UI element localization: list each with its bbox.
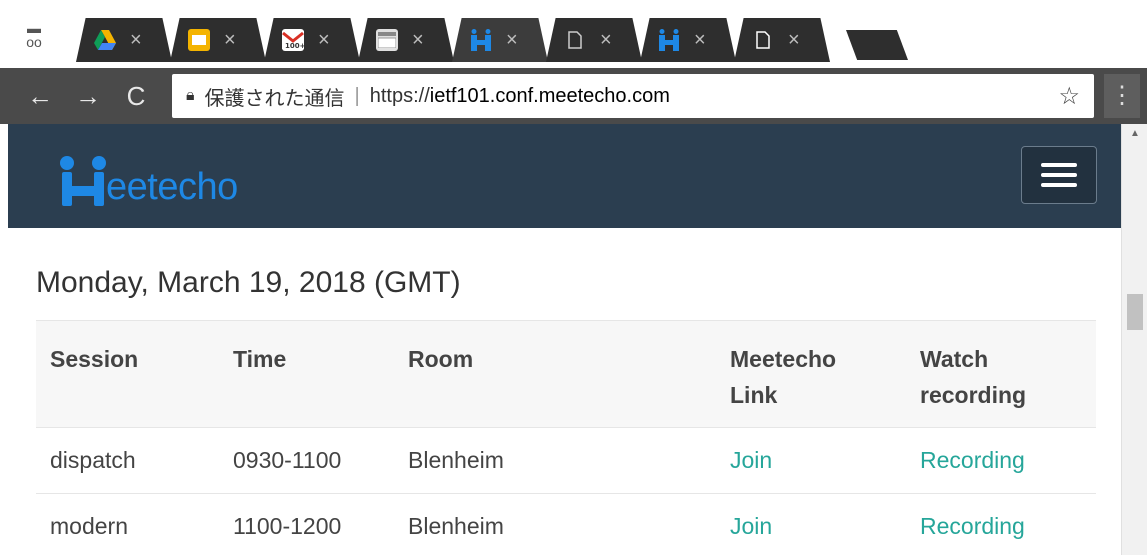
hamburger-menu-button[interactable] bbox=[1021, 146, 1097, 204]
room-cell: Blenheim bbox=[394, 493, 716, 555]
time-cell: 0930-1100 bbox=[219, 427, 394, 494]
schedule-table: Session Time Room Meetecho Link Watch re… bbox=[36, 320, 1096, 555]
web-page: eetecho Monday, March 19, 2018 (GMT) Ses… bbox=[8, 124, 1121, 555]
tab-close-icon[interactable]: × bbox=[600, 30, 612, 50]
incognito-icon: ▬ oo bbox=[26, 20, 42, 50]
document-icon bbox=[564, 29, 586, 51]
calendar-icon bbox=[376, 29, 398, 51]
tab-close-icon[interactable]: × bbox=[788, 30, 800, 50]
link-cell: Join bbox=[716, 427, 906, 494]
header-room: Room bbox=[394, 320, 716, 428]
svg-text:100+: 100+ bbox=[285, 42, 304, 49]
header-watch-recording: Watch recording bbox=[906, 320, 1096, 428]
browser-toolbar: ← → C 🔒︎ 保護された通信 | https:// ietf101.conf… bbox=[0, 68, 1147, 124]
join-link[interactable]: Join bbox=[730, 447, 772, 473]
table-header-row: Session Time Room Meetecho Link Watch re… bbox=[36, 320, 1096, 428]
meetecho-logo[interactable]: eetecho bbox=[60, 146, 238, 208]
session-cell: dispatch bbox=[36, 427, 219, 494]
divider: | bbox=[354, 84, 360, 107]
header-time: Time bbox=[219, 320, 394, 428]
recording-cell: Recording bbox=[906, 427, 1096, 494]
tab-close-icon[interactable]: × bbox=[694, 30, 706, 50]
date-heading: Monday, March 19, 2018 (GMT) bbox=[36, 266, 461, 299]
new-tab-button[interactable] bbox=[846, 30, 908, 60]
tab-close-icon[interactable]: × bbox=[412, 30, 424, 50]
tab-close-icon[interactable]: × bbox=[506, 30, 518, 50]
browser-tab[interactable]: × bbox=[452, 18, 548, 62]
google-drive-icon bbox=[94, 29, 116, 51]
forward-arrow-icon[interactable]: → bbox=[64, 81, 112, 112]
tab-close-icon[interactable]: × bbox=[318, 30, 330, 50]
vertical-scrollbar[interactable]: ▲ bbox=[1121, 124, 1147, 555]
tab-close-icon[interactable]: × bbox=[130, 30, 142, 50]
logo-text: eetecho bbox=[106, 166, 238, 208]
browser-tab[interactable]: × bbox=[546, 18, 642, 62]
room-cell: Blenheim bbox=[394, 427, 716, 494]
time-cell: 1100-1200 bbox=[219, 493, 394, 555]
bookmark-star-icon[interactable]: ☆ bbox=[1058, 82, 1080, 111]
document-icon bbox=[752, 29, 774, 51]
header-recording-line2: recording bbox=[920, 382, 1027, 408]
url-host: ietf101.conf.meetecho.com bbox=[429, 84, 670, 107]
google-slides-icon bbox=[188, 29, 210, 51]
url-scheme: https:// bbox=[369, 84, 430, 107]
scrollbar-thumb[interactable] bbox=[1127, 294, 1143, 330]
browser-tab[interactable]: × bbox=[170, 18, 266, 62]
join-link[interactable]: Join bbox=[730, 513, 772, 539]
browser-tab[interactable]: × bbox=[734, 18, 830, 62]
browser-menu-icon[interactable]: ⋮ bbox=[1104, 74, 1140, 118]
browser-tabstrip: ▬ oo × × 100+ × × × × × × bbox=[0, 0, 1147, 68]
recording-link[interactable]: Recording bbox=[920, 513, 1025, 539]
browser-tab[interactable]: × bbox=[358, 18, 454, 62]
header-link-line1: Meetecho bbox=[730, 346, 837, 372]
browser-tab[interactable]: × bbox=[76, 18, 172, 62]
browser-tab[interactable]: 100+ × bbox=[264, 18, 360, 62]
header-session: Session bbox=[36, 320, 219, 428]
scroll-up-arrow-icon[interactable]: ▲ bbox=[1122, 128, 1147, 139]
meetecho-icon bbox=[658, 29, 680, 51]
session-cell: modern bbox=[36, 493, 219, 555]
site-navbar: eetecho bbox=[8, 124, 1121, 228]
meetecho-icon bbox=[470, 29, 492, 51]
lock-icon: 🔒︎ bbox=[186, 87, 195, 104]
meetecho-logo-mark bbox=[60, 156, 106, 206]
recording-link[interactable]: Recording bbox=[920, 447, 1025, 473]
header-meetecho-link: Meetecho Link bbox=[716, 320, 906, 428]
header-link-line2: Link bbox=[730, 382, 778, 408]
recording-cell: Recording bbox=[906, 493, 1096, 555]
browser-tab[interactable]: × bbox=[640, 18, 736, 62]
header-recording-line1: Watch bbox=[920, 346, 989, 372]
table-row: modern 1100-1200 Blenheim Join Recording bbox=[36, 493, 1096, 555]
address-bar[interactable]: 🔒︎ 保護された通信 | https:// ietf101.conf.meete… bbox=[172, 74, 1094, 118]
tab-close-icon[interactable]: × bbox=[224, 30, 236, 50]
gmail-icon: 100+ bbox=[282, 29, 304, 51]
table-row: dispatch 0930-1100 Blenheim Join Recordi… bbox=[36, 427, 1096, 494]
back-arrow-icon[interactable]: ← bbox=[16, 81, 64, 112]
reload-icon[interactable]: C bbox=[112, 81, 160, 112]
secure-label: 保護された通信 bbox=[204, 87, 345, 110]
link-cell: Join bbox=[716, 493, 906, 555]
